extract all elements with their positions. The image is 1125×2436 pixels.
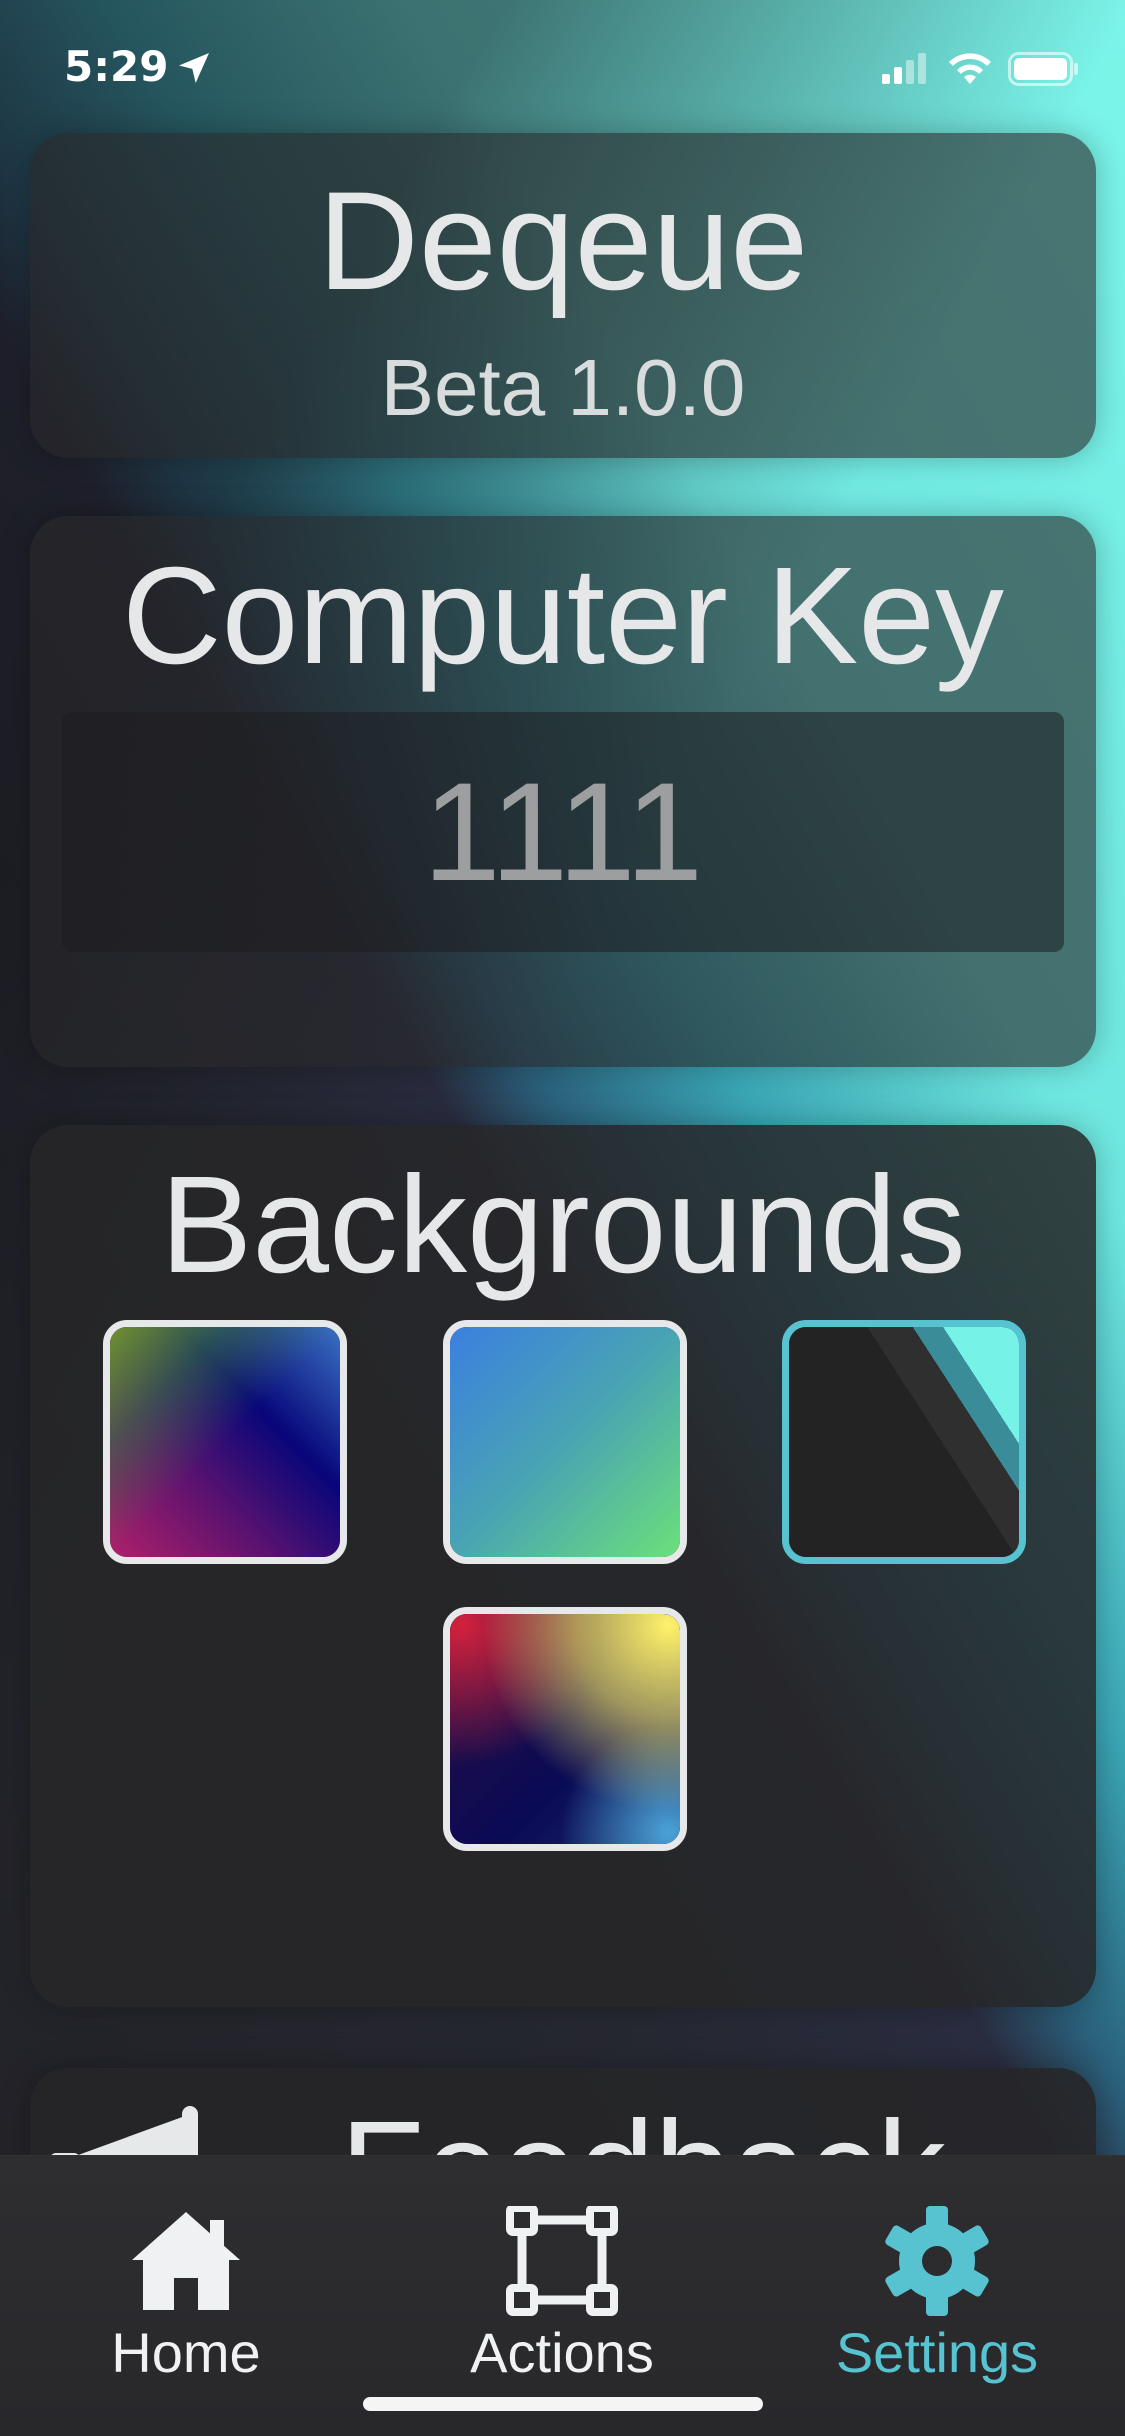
status-time: 5:29 [64,42,169,91]
vector-square-icon [506,2206,618,2316]
home-icon [132,2212,240,2310]
status-bar: 5:29 [0,0,1125,130]
home-indicator [363,2397,763,2411]
background-option-blue-green[interactable] [443,1320,687,1564]
location-arrow-icon [179,53,209,83]
tab-home[interactable]: Home [36,2206,336,2386]
tab-home-label: Home [111,2321,261,2384]
app-name: Deqeue [317,162,809,319]
backgrounds-title: Backgrounds [160,1148,966,1302]
tab-settings[interactable]: Settings [787,2206,1087,2386]
computer-key-input[interactable] [62,712,1064,952]
swatch-fill [789,1327,1019,1557]
gear-icon [885,2206,989,2316]
app-version: Beta 1.0.0 [380,343,746,432]
swatch-fill [450,1614,680,1844]
backgrounds-card: Backgrounds [30,1125,1096,2007]
battery-icon [1008,52,1078,86]
tab-actions-label: Actions [470,2321,654,2384]
tab-settings-label: Settings [835,2321,1039,2384]
swatch-fill [110,1327,340,1557]
background-option-dark-teal-stripes[interactable] [782,1320,1026,1564]
signal-icon [882,53,926,84]
computer-key-title: Computer Key [121,539,1005,693]
computer-key-card: Computer Key [30,516,1096,1067]
tab-actions[interactable]: Actions [412,2206,712,2386]
wifi-icon [949,53,991,84]
tab-bar: Home Actions Settings [0,2155,1125,2436]
background-option-red-yellow-navy[interactable] [443,1607,687,1851]
app-info-card: Deqeue Beta 1.0.0 [30,133,1096,458]
background-option-green-purple-blue[interactable] [103,1320,347,1564]
swatch-fill [450,1327,680,1557]
